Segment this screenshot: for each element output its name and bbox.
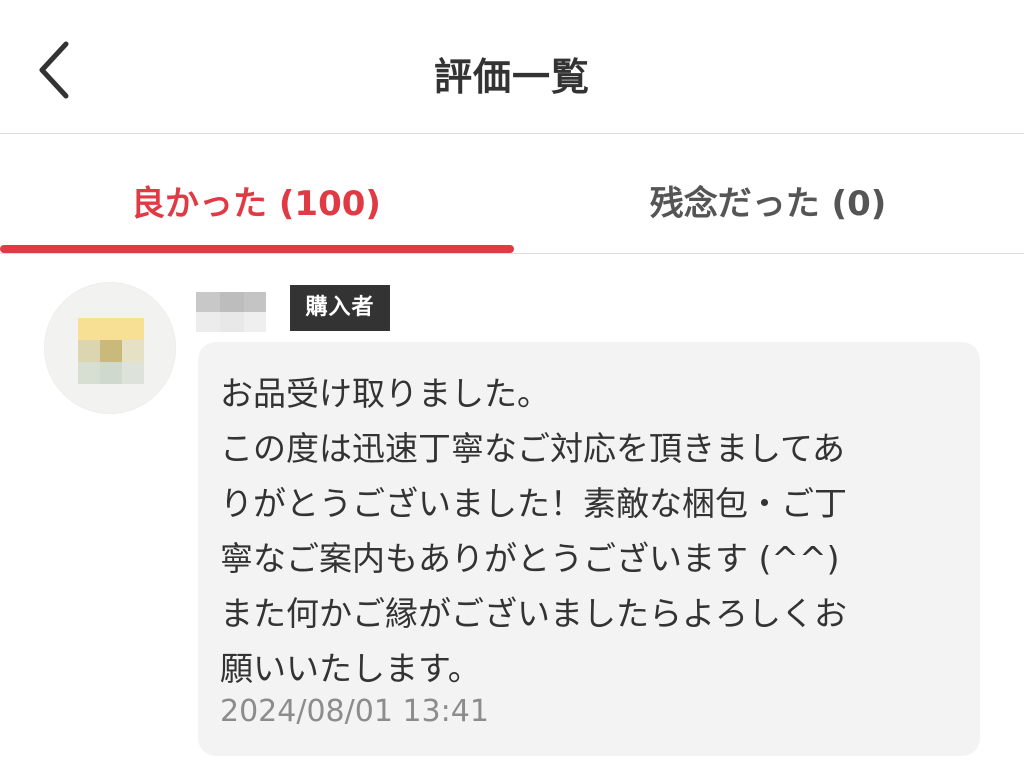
message-line: また何かご縁がございましたらよろしくお bbox=[220, 594, 847, 633]
review-timestamp: 2024/08/01 13:41 bbox=[220, 694, 489, 729]
active-tab-indicator bbox=[0, 245, 514, 253]
page-title: 評価一覧 bbox=[433, 55, 590, 99]
message-line: 寧なご案内もありがとうございます (^^) bbox=[220, 539, 840, 578]
message-line: この度は迅速丁寧なご対応を頂きましてあ bbox=[220, 429, 846, 468]
reviewer-name-blurred[interactable] bbox=[196, 290, 266, 334]
review-message-bubble: お品受け取りました。 この度は迅速丁寧なご対応を頂きましてあ りがとうございまし… bbox=[198, 342, 980, 756]
buyer-badge: 購入者 bbox=[290, 285, 390, 331]
tab-bad-reviews[interactable]: 残念だった (0) bbox=[512, 134, 1024, 253]
message-line: 願いいたします。 bbox=[220, 649, 481, 688]
tab-bad-label: 残念だった (0) bbox=[649, 184, 887, 224]
message-line: お品受け取りました。 bbox=[220, 374, 550, 413]
review-tabs: 良かった (100) 残念だった (0) bbox=[0, 134, 1024, 254]
review-message: お品受け取りました。 この度は迅速丁寧なご対応を頂きましてあ りがとうございまし… bbox=[220, 366, 958, 696]
tab-good-reviews[interactable]: 良かった (100) bbox=[0, 134, 514, 253]
message-line: りがとうございました！素敵な梱包・ご丁 bbox=[220, 484, 847, 523]
tab-good-label: 良かった (100) bbox=[131, 184, 381, 224]
avatar[interactable] bbox=[44, 282, 176, 414]
header-bar: 評価一覧 bbox=[0, 0, 1024, 134]
